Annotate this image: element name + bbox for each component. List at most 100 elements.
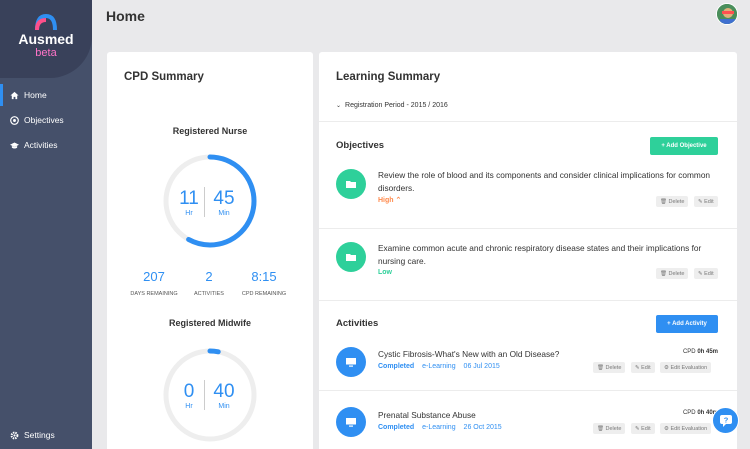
activity-date: 26 Oct 2015 bbox=[463, 424, 502, 431]
activities-count-label: ACTIVITIES bbox=[194, 291, 224, 297]
sidebar: Ausmed beta Home Objectives Activities S… bbox=[0, 0, 92, 449]
registered-nurse-label: Registered Nurse bbox=[172, 126, 248, 136]
nurse-ring-divider bbox=[204, 187, 205, 217]
help-chat-button[interactable]: ? bbox=[712, 407, 739, 434]
home-icon bbox=[10, 91, 19, 99]
activity-monitor-icon bbox=[336, 407, 366, 437]
delete-label: Delete bbox=[668, 270, 685, 277]
midwife-hours-unit: Hr bbox=[185, 403, 193, 410]
beta-badge: beta bbox=[35, 47, 57, 59]
activities-count-value: 2 bbox=[205, 269, 213, 284]
learning-summary-title: Learning Summary bbox=[336, 71, 441, 83]
objective-priority-high: High ⌃ bbox=[378, 196, 401, 204]
cpd-summary-card: CPD Summary Registered Nurse 11 Hr 45 Mi… bbox=[107, 52, 313, 449]
objective-folder-icon bbox=[336, 242, 366, 272]
divider bbox=[319, 390, 737, 391]
trash-icon: 🗑 bbox=[597, 364, 606, 371]
delete-objective-button[interactable]: 🗑 Delete bbox=[656, 196, 689, 207]
activity-status: Completed bbox=[378, 424, 415, 431]
cpd-time-value: 0h 45m bbox=[697, 349, 718, 355]
activity-title[interactable]: Prenatal Substance Abuse bbox=[378, 409, 628, 422]
monitor-icon bbox=[346, 358, 356, 367]
ausmed-logo-icon bbox=[35, 14, 57, 31]
gear-icon bbox=[10, 431, 19, 439]
chevron-up-icon: ⌃ bbox=[395, 197, 402, 204]
midwife-ring-divider bbox=[204, 380, 205, 410]
folder-icon bbox=[346, 181, 356, 188]
divider bbox=[319, 228, 737, 229]
divider bbox=[319, 121, 737, 122]
sidebar-item-home[interactable]: Home bbox=[0, 84, 92, 106]
edit-objective-button[interactable]: ✎ Edit bbox=[694, 196, 718, 207]
delete-objective-button[interactable]: 🗑 Delete bbox=[656, 268, 689, 279]
edit-evaluation-button[interactable]: ⚙ Edit Evaluation bbox=[660, 423, 712, 434]
help-question-icon: ? bbox=[719, 414, 732, 427]
graduation-cap-icon bbox=[10, 142, 19, 148]
midwife-minutes-value: 40 bbox=[213, 381, 235, 402]
sidebar-item-activities[interactable]: Activities bbox=[0, 134, 92, 156]
cpd-label: CPD bbox=[682, 349, 696, 355]
activity-date: 06 Jul 2015 bbox=[463, 363, 500, 370]
midwife-hours-value: 0 bbox=[183, 381, 195, 402]
registration-period-label: Registration Period - 2015 / 2016 bbox=[345, 102, 448, 109]
edit-activity-button[interactable]: ✎ Edit bbox=[631, 423, 655, 434]
activity-type: e-Learning bbox=[422, 424, 456, 431]
cpd-remaining-label: CPD REMAINING bbox=[241, 291, 287, 297]
delete-label: Delete bbox=[605, 425, 622, 432]
delete-label: Delete bbox=[668, 198, 685, 205]
days-remaining-value: 207 bbox=[143, 269, 165, 284]
sidebar-item-label: Activities bbox=[24, 140, 58, 150]
page-title: Home bbox=[106, 8, 145, 24]
activity-status: Completed bbox=[378, 363, 415, 370]
chevron-down-icon: ⌄ bbox=[336, 103, 342, 109]
objectives-title: Objectives bbox=[336, 140, 385, 151]
activity-cpd-time: CPD 0h 45m bbox=[668, 349, 718, 355]
edit-evaluation-button[interactable]: ⚙ Edit Evaluation bbox=[660, 362, 712, 373]
cpd-remaining-value: 8:15 bbox=[251, 269, 277, 284]
svg-text:?: ? bbox=[723, 415, 728, 424]
evaluation-label: Edit Evaluation bbox=[670, 364, 708, 371]
avatar[interactable] bbox=[716, 3, 738, 25]
nurse-hours-unit: Hr bbox=[185, 210, 193, 217]
edit-label: Edit bbox=[641, 364, 651, 371]
delete-activity-button[interactable]: 🗑 Delete bbox=[593, 423, 626, 434]
activity-title[interactable]: Cystic Fibrosis-What's New with an Old D… bbox=[378, 348, 628, 361]
learning-summary-card: Learning Summary ⌄ Registration Period - … bbox=[319, 52, 737, 449]
sidebar-item-label: Objectives bbox=[24, 115, 64, 125]
priority-label: High bbox=[378, 197, 394, 204]
midwife-minutes-unit: Min bbox=[218, 403, 230, 410]
activity-type: e-Learning bbox=[422, 363, 456, 370]
cpd-summary-title: CPD Summary bbox=[124, 71, 204, 83]
registration-period-selector[interactable]: ⌄ Registration Period - 2015 / 2016 bbox=[336, 102, 448, 109]
edit-activity-button[interactable]: ✎ Edit bbox=[631, 362, 655, 373]
delete-label: Delete bbox=[605, 364, 622, 371]
activity-meta: Completed e-Learning 06 Jul 2015 bbox=[378, 363, 500, 370]
nurse-hours-value: 11 bbox=[179, 188, 199, 209]
edit-label: Edit bbox=[641, 425, 651, 432]
activity-monitor-icon bbox=[336, 347, 366, 377]
logo-area: Ausmed beta bbox=[0, 0, 92, 78]
add-objective-button[interactable]: + Add Objective bbox=[650, 137, 718, 155]
objective-priority-low: Low bbox=[378, 269, 392, 276]
edit-label: Edit bbox=[704, 270, 714, 277]
sidebar-item-settings[interactable]: Settings bbox=[0, 424, 92, 446]
sidebar-item-objectives[interactable]: Objectives bbox=[0, 109, 92, 131]
folder-icon bbox=[346, 254, 356, 261]
avatar-image-icon bbox=[717, 4, 737, 24]
monitor-icon bbox=[346, 418, 356, 427]
add-activity-button[interactable]: + Add Activity bbox=[656, 315, 718, 333]
delete-activity-button[interactable]: 🗑 Delete bbox=[593, 362, 626, 373]
target-icon bbox=[10, 115, 19, 125]
edit-objective-button[interactable]: ✎ Edit bbox=[694, 268, 718, 279]
registered-midwife-label: Registered Midwife bbox=[168, 318, 251, 328]
objective-folder-icon bbox=[336, 169, 366, 199]
activity-meta: Completed e-Learning 26 Oct 2015 bbox=[378, 424, 502, 431]
sidebar-item-label: Home bbox=[24, 90, 47, 100]
objective-text: Examine common acute and chronic respira… bbox=[378, 243, 702, 266]
nurse-minutes-unit: Min bbox=[218, 210, 230, 217]
evaluation-label: Edit Evaluation bbox=[670, 425, 708, 432]
activities-title: Activities bbox=[336, 318, 379, 329]
nurse-minutes-value: 45 bbox=[213, 188, 235, 209]
divider bbox=[319, 300, 737, 301]
app-name: Ausmed bbox=[18, 31, 74, 47]
